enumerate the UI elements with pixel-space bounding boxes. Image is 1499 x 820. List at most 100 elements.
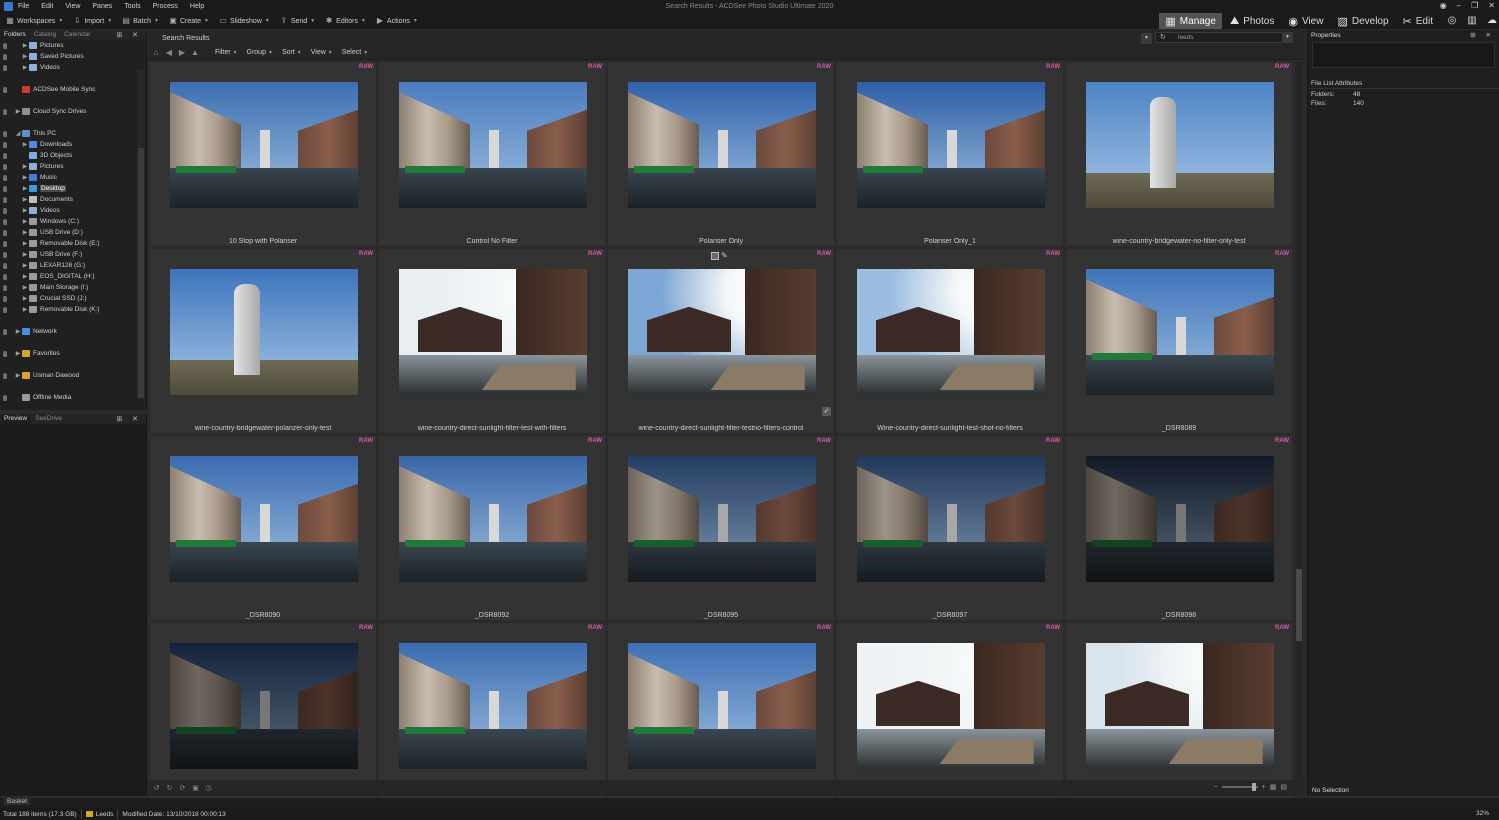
expand-icon[interactable]: ▶	[15, 372, 21, 379]
tree-item[interactable]: ▶ Pictures	[0, 161, 140, 172]
pin-icon[interactable]	[3, 328, 7, 335]
pin-icon[interactable]	[3, 108, 7, 115]
sort-menu[interactable]: Sort ▼	[282, 49, 302, 56]
expand-icon[interactable]: ▶	[22, 295, 28, 302]
compare-icon[interactable]: ▣	[191, 784, 200, 793]
details-view-icon[interactable]: ▤	[1280, 783, 1287, 791]
expand-icon[interactable]: ▶	[22, 284, 28, 291]
tree-item[interactable]: ▶ Main Storage (I:)	[0, 282, 140, 293]
search-history-dropdown[interactable]: ▼	[1141, 33, 1152, 44]
expand-icon[interactable]: ▶	[22, 251, 28, 258]
expand-icon[interactable]: ▶	[22, 196, 28, 203]
expand-icon[interactable]: ▶	[22, 273, 28, 280]
expand-icon[interactable]: ▶	[15, 328, 21, 335]
zoom-in-icon[interactable]: +	[1262, 784, 1266, 791]
file-list-scrollbar[interactable]	[1295, 61, 1303, 795]
menu-process[interactable]: Process	[153, 3, 178, 10]
pin-icon[interactable]	[3, 152, 7, 159]
pin-icon[interactable]	[3, 394, 7, 401]
tree-item[interactable]: ▶ Desktop	[0, 183, 140, 194]
rotate-right-icon[interactable]: ↻	[165, 784, 174, 793]
editors-button[interactable]: ✱ Editors ▼	[325, 17, 366, 25]
tree-item[interactable]: ▶ Music	[0, 172, 140, 183]
menu-tools[interactable]: Tools	[124, 3, 140, 10]
thumbnail-cell[interactable]: RAW _DSR8090	[149, 435, 377, 621]
scrollbar-thumb[interactable]	[1296, 569, 1302, 641]
tree-item[interactable]: ▶ Usman Dawood	[0, 370, 140, 381]
expand-icon[interactable]: ▶	[22, 306, 28, 313]
view-mode-icon[interactable]: ▦	[1270, 783, 1277, 791]
forward-icon[interactable]: ▶	[177, 48, 187, 58]
thumbnail-cell[interactable]: RAW _DSR8092	[378, 435, 606, 621]
thumbnail-cell[interactable]: RAW Polariser Only_1	[836, 61, 1064, 247]
tree-item[interactable]: ▶ USB Drive (D:)	[0, 227, 140, 238]
pin-icon[interactable]	[3, 53, 7, 60]
zoom-out-icon[interactable]: −	[1214, 784, 1218, 791]
expand-icon[interactable]: ▶	[22, 240, 28, 247]
scrollbar-thumb[interactable]	[138, 148, 144, 398]
expand-icon[interactable]: ▶	[22, 174, 28, 181]
expand-icon[interactable]: ▶	[22, 163, 28, 170]
pin-icon[interactable]	[3, 240, 7, 247]
dashboard-icon[interactable]: ▥	[1465, 14, 1479, 28]
edit-pencil-icon[interactable]: ✎	[721, 252, 728, 260]
checkmark-icon[interactable]: ✓	[822, 407, 831, 416]
pin-icon[interactable]	[3, 251, 7, 258]
tree-item[interactable]: ▶ Videos	[0, 205, 140, 216]
thumbnail-cell[interactable]: RAW wine-country-direct-sunlight-filter-t…	[378, 248, 606, 434]
mode-develop-button[interactable]: ▨ Develop	[1331, 13, 1394, 29]
expand-icon[interactable]: ▶	[22, 207, 28, 214]
folders-tab-catalog[interactable]: Catalog	[30, 30, 60, 40]
preview-tab-seedrive[interactable]: SeeDrive	[31, 414, 66, 424]
tree-item[interactable]: ▶ Saved Pictures	[0, 51, 140, 62]
pin-icon[interactable]	[3, 130, 7, 137]
tree-item[interactable]: ▶ Removable Disk (E:)	[0, 238, 140, 249]
pin-icon[interactable]	[3, 174, 7, 181]
preview-tab-preview[interactable]: Preview	[0, 414, 32, 424]
mode-view-button[interactable]: ◉ View	[1282, 13, 1329, 29]
tree-item[interactable]: ▶ LEXAR128 (G:)	[0, 260, 140, 271]
pin-icon[interactable]	[3, 185, 7, 192]
thumbnail-cell[interactable]: RAW _DSR8097	[836, 435, 1064, 621]
tree-item[interactable]: ▶ Network	[0, 326, 140, 337]
thumbnail-cell[interactable]: RAW Polariser Only	[607, 61, 835, 247]
menu-view[interactable]: View	[65, 3, 80, 10]
thumbnail-size-slider[interactable]	[1221, 783, 1258, 791]
tree-item[interactable]: ACDSee Mobile Sync	[0, 84, 140, 95]
tree-item[interactable]: ▶ Favorites	[0, 348, 140, 359]
basket-tab[interactable]: Basket	[4, 798, 30, 805]
mode-manage-button[interactable]: ▦ Manage	[1159, 13, 1222, 29]
expand-icon[interactable]: ◢	[15, 130, 21, 137]
tree-item[interactable]: ▶ EOS_DIGITAL (H:)	[0, 271, 140, 282]
import-button[interactable]: ⇩ Import ▼	[73, 17, 112, 25]
panel-controls[interactable]: ⊞ ✕	[1470, 31, 1495, 39]
tree-item[interactable]: ▶ Cloud Sync Drives	[0, 106, 140, 117]
tree-item[interactable]: ▶ Windows (C:)	[0, 216, 140, 227]
expand-icon[interactable]: ▶	[22, 218, 28, 225]
pin-icon[interactable]	[3, 229, 7, 236]
expand-icon[interactable]: ▶	[22, 229, 28, 236]
expand-icon[interactable]: ▶	[15, 350, 21, 357]
home-icon[interactable]: ⌂	[151, 48, 161, 58]
pin-icon[interactable]	[3, 295, 7, 302]
thumbnail-cell[interactable]: RAW wine-country-bridgewater-no-filter-on…	[1065, 61, 1293, 247]
thumbnail-cell[interactable]: RAW _DSR8089	[1065, 248, 1293, 434]
slideshow-button[interactable]: ▭ Slideshow ▼	[219, 17, 270, 25]
tree-item[interactable]: ▶ USB Drive (F:)	[0, 249, 140, 260]
auto-advance-icon[interactable]: ◷	[204, 784, 213, 793]
pin-icon[interactable]	[3, 141, 7, 148]
refresh-icon[interactable]: ⟳	[178, 784, 187, 793]
tree-item[interactable]: ▶ Pictures	[0, 40, 140, 51]
pin-icon[interactable]	[3, 262, 7, 269]
slider-knob[interactable]	[1251, 783, 1256, 791]
pin-icon[interactable]	[3, 273, 7, 280]
expand-icon[interactable]: ▶	[22, 185, 28, 192]
expand-icon[interactable]: ▶	[15, 108, 21, 115]
360-icon[interactable]: ◎	[1445, 14, 1459, 28]
pin-icon[interactable]	[3, 284, 7, 291]
expand-icon[interactable]: ▶	[22, 141, 28, 148]
group-menu[interactable]: Group ▼	[247, 49, 273, 56]
expand-icon[interactable]: ▶	[22, 262, 28, 269]
pin-icon[interactable]	[3, 306, 7, 313]
thumbnail-cell[interactable]: RAW 10 Stop with Polariser	[149, 61, 377, 247]
